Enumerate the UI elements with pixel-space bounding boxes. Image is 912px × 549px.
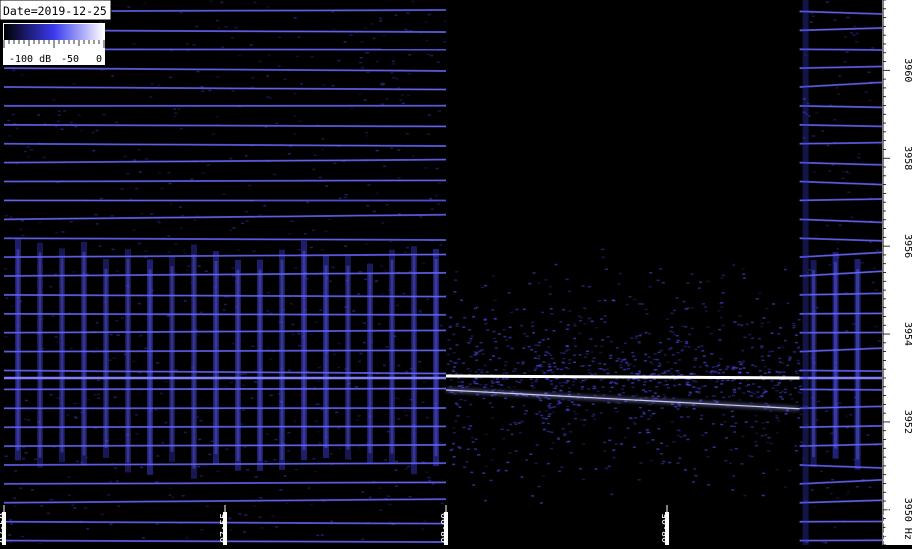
y-tick-label: 3952	[902, 410, 912, 434]
date-label: Date=2019-12-25	[3, 4, 107, 18]
y-tick-label: 3958	[902, 146, 912, 170]
colorbar-legend: -100 dB -50 0	[3, 23, 105, 65]
colorbar-gradient	[4, 24, 104, 40]
x-tick-label: 08:00	[440, 513, 451, 543]
x-tick-label: 07:55	[219, 513, 230, 543]
y-axis: 3950 3952 3954 3956 3958 3960 Hz	[882, 0, 912, 545]
spectrogram-view: 3950 3952 3954 3956 3958 3960 Hz 07:50 07:55 08:…	[0, 0, 912, 545]
date-label-box: Date=2019-12-25	[0, 0, 111, 20]
burst-column	[803, 0, 809, 545]
colorbar-tick-max: 0	[96, 54, 102, 65]
colorbar-tick-min: -100 dB	[9, 54, 51, 65]
y-tick-label: 3954	[902, 322, 912, 346]
x-tick-label: 07:50	[0, 513, 9, 543]
y-tick-label: 3956	[902, 234, 912, 258]
y-axis-unit: Hz	[902, 528, 912, 540]
y-tick-label: 3960	[902, 58, 912, 82]
carrier-line	[446, 376, 800, 378]
colorbar-tick-mid: -50	[61, 54, 79, 65]
x-tick-label: 08:05	[661, 513, 672, 543]
spectrogram-chart: 3950 3952 3954 3956 3958 3960 Hz 07:50 07:55 08:…	[0, 0, 912, 545]
x-tick-label: 08:10	[882, 513, 893, 543]
y-tick-label: 3950	[902, 498, 912, 522]
